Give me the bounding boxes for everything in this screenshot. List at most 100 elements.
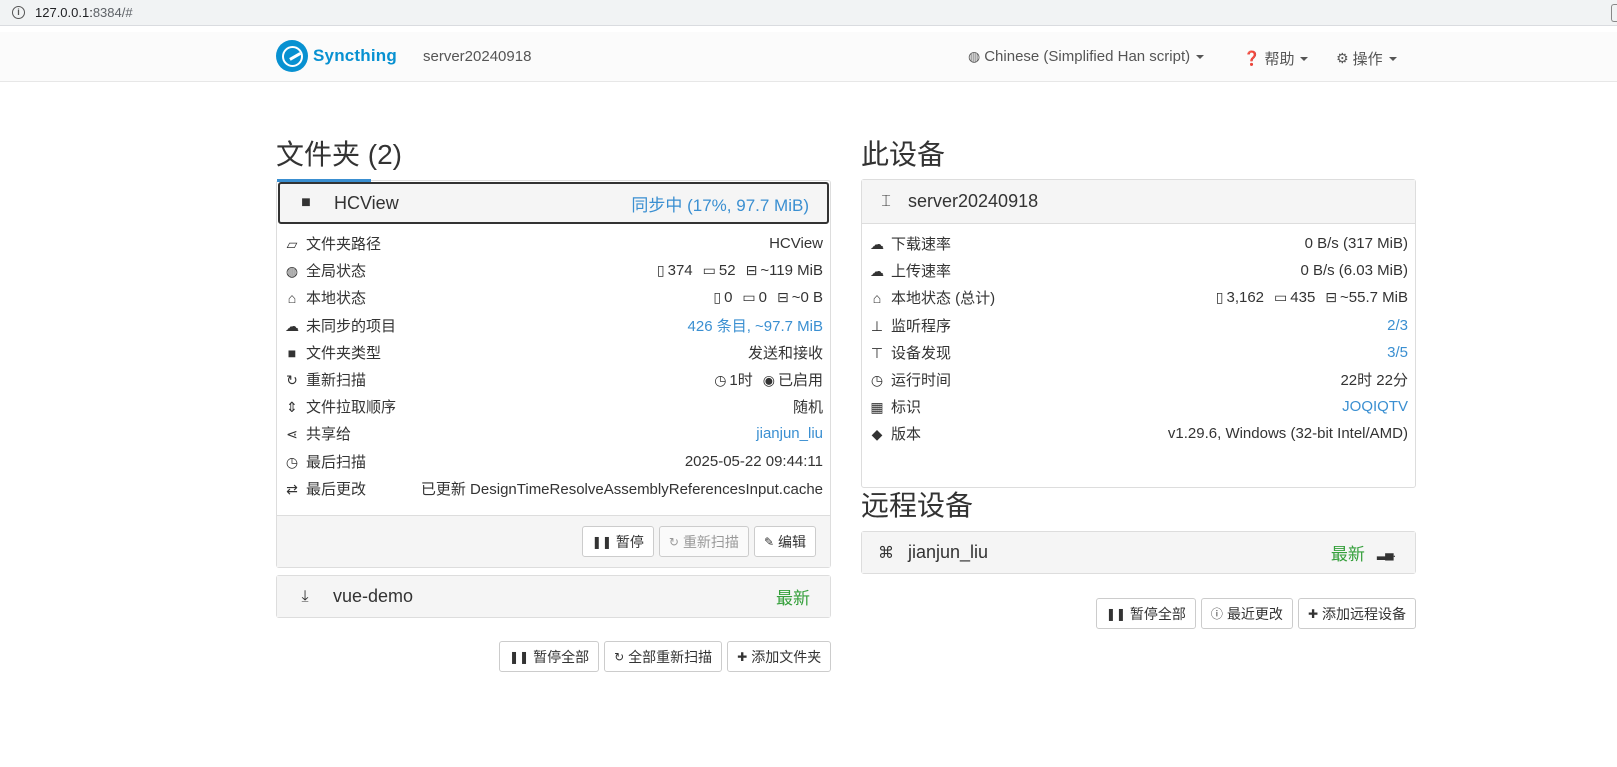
- recent-changes-button[interactable]: ⓘ 最近更改: [1200, 598, 1293, 629]
- device-identicon-icon: ⌘: [878, 544, 894, 562]
- folder-outline-icon: ▭: [742, 289, 756, 306]
- clock-icon: ◷: [870, 372, 884, 389]
- folders-title: 文件夹 (2): [276, 139, 403, 170]
- remote-device-header[interactable]: ⌘ jianjun_liu 最新 ▂▄.: [862, 532, 1415, 573]
- remote-devices-title: 远程设备: [861, 490, 974, 521]
- pause-all-devices-button[interactable]: ❚❚ 暂停全部: [1095, 598, 1196, 629]
- folder-header-vue-demo[interactable]: ⤓ vue-demo 最新: [277, 576, 830, 617]
- pause-icon: ❚❚: [509, 649, 530, 664]
- discovery-link[interactable]: 3/5: [1059, 339, 1415, 366]
- table-row: ☁ 上传速率 0 B/s (6.03 MiB): [870, 262, 1408, 281]
- rescan-folder-button[interactable]: ↻ 重新扫描: [658, 526, 749, 557]
- folder-panel-footer: ❚❚ 暂停 ↻ 重新扫描 ✎ 编辑: [277, 515, 830, 567]
- gear-icon: ⚙: [1336, 50, 1349, 66]
- table-row: ■ 文件夹类型 发送和接收: [277, 339, 830, 366]
- folder-icon: ■: [301, 194, 311, 211]
- folder-panel-hcview: ■ HCView 同步中 (17%, 97.7 MiB) ▱ 文件夹路径 HCVi…: [276, 179, 831, 568]
- signal-strength-icon: ▂▄.: [1376, 545, 1396, 560]
- globe-icon: ◍: [285, 263, 299, 280]
- history-icon: ◷: [285, 453, 299, 470]
- add-folder-button[interactable]: ✚ 添加文件夹: [727, 641, 832, 672]
- home-icon: ⌂: [287, 290, 297, 307]
- table-row: ⇄ 最后更改 已更新 DesignTimeResolveAssemblyRefer…: [277, 475, 830, 502]
- table-row: ▱ 文件夹路径 HCView: [277, 230, 830, 257]
- caret-down-icon: [1196, 54, 1205, 59]
- this-device-panel: ⌶ server20240918 ☁ 下载速率 0 B/s (317 MiB) ☁…: [861, 179, 1416, 488]
- hdd-icon: ⊟: [1325, 289, 1338, 306]
- sort-icon: ⇕: [286, 399, 298, 416]
- sitemap-icon: ⊥: [870, 317, 884, 334]
- table-row: ☁ 未同步的项目 426 条目, ~97.7 MiB: [277, 312, 830, 339]
- out-of-sync-link[interactable]: 426 条目, ~97.7 MiB: [406, 312, 830, 339]
- table-row: ⇕ 文件拉取顺序 随机: [277, 393, 830, 420]
- pause-all-folders-button[interactable]: ❚❚ 暂停全部: [499, 641, 600, 672]
- table-row: ⋖ 共享给 jianjun_liu: [277, 420, 830, 447]
- sync-progress-bar: [277, 179, 371, 182]
- language-dropdown[interactable]: ◍ Chinese (Simplified Han script): [968, 48, 1205, 65]
- device-id-link[interactable]: JOQIQTV: [1059, 393, 1415, 420]
- caret-down-icon: [1300, 56, 1309, 61]
- folder-icon: ■: [287, 344, 297, 361]
- remote-device-actions: ❚❚ 暂停全部 ⓘ 最近更改 ✚ 添加远程设备: [1095, 598, 1416, 629]
- shared-device-link[interactable]: jianjun_liu: [406, 420, 830, 447]
- cloud-upload-icon: ☁: [870, 263, 884, 280]
- cloud-download-icon: ☁: [870, 236, 884, 253]
- clock-icon: ◷: [714, 372, 727, 389]
- caret-down-icon: [1388, 56, 1397, 61]
- table-row: ⊥ 监听程序 2/3: [862, 312, 1415, 339]
- this-device-header[interactable]: ⌶ server20240918: [862, 180, 1415, 224]
- table-row: ◆ 版本 v1.29.6, Windows (32-bit Intel/AMD): [862, 420, 1415, 447]
- download-icon: ⤓: [301, 587, 309, 605]
- folder-header-hcview[interactable]: ■ HCView 同步中 (17%, 97.7 MiB): [278, 182, 829, 224]
- add-remote-device-button[interactable]: ✚ 添加远程设备: [1297, 598, 1416, 629]
- folder-actions: ❚❚ 暂停全部 ↻ 全部重新扫描 ✚ 添加文件夹: [499, 641, 832, 672]
- listeners-link[interactable]: 2/3: [1059, 312, 1415, 339]
- folder-name: HCView: [334, 192, 399, 213]
- refresh-icon: ↻: [668, 534, 679, 549]
- this-device-title: 此设备: [861, 139, 946, 170]
- qrcode-icon: ▦: [870, 399, 884, 416]
- signpost-icon: ⊤: [870, 344, 884, 361]
- table-row: ⌂ 本地状态 ▯ 0 ▭ 0 ⊟ ~0 B: [277, 284, 830, 311]
- globe-icon: ◍: [968, 48, 981, 64]
- edit-folder-button[interactable]: ✎ 编辑: [753, 526, 816, 557]
- folder-name: vue-demo: [333, 586, 414, 606]
- tag-icon: ◆: [871, 426, 883, 443]
- cloud-download-icon: ☁: [285, 317, 299, 334]
- rescan-all-button[interactable]: ↻ 全部重新扫描: [604, 641, 723, 672]
- table-row: ⌂ 本地状态 (总计) ▯ 3,162 ▭ 435 ⊟ ~55.7 MiB: [862, 284, 1415, 311]
- syncthing-logo-icon: [276, 40, 308, 72]
- brand-name: Syncthing: [313, 46, 397, 65]
- pause-folder-button[interactable]: ❚❚ 暂停: [581, 526, 654, 557]
- eye-icon: ◉: [762, 372, 775, 389]
- folder-outline-icon: ▭: [702, 262, 716, 279]
- refresh-icon: ↻: [614, 649, 625, 664]
- refresh-icon: ↻: [286, 372, 298, 389]
- table-row: ◷ 运行时间 22时 22分: [870, 372, 1408, 390]
- question-icon: ❓: [1243, 50, 1261, 66]
- brand-link[interactable]: Syncthing: [276, 40, 397, 72]
- folder-status: 最新: [776, 589, 810, 608]
- window-edge-icon: [1611, 4, 1617, 22]
- home-icon: ⌂: [872, 290, 882, 307]
- table-row: ☁ 下载速率 0 B/s (317 MiB): [870, 235, 1408, 254]
- url-text[interactable]: 127.0.0.1:8384/#: [35, 5, 133, 20]
- device-info-table: ☁ 下载速率 0 B/s (317 MiB) ☁ 上传速率 0 B/s (6.03 …: [862, 230, 1415, 448]
- actions-dropdown[interactable]: ⚙ 操作: [1336, 48, 1397, 69]
- help-dropdown[interactable]: ❓ 帮助: [1243, 48, 1309, 69]
- table-row: ◍ 全局状态 ▯ 374 ▭ 52 ⊟ ~119 MiB: [285, 262, 823, 281]
- plus-icon: ✚: [737, 649, 748, 664]
- browser-address-bar[interactable]: i 127.0.0.1:8384/#: [0, 0, 1617, 26]
- folder-info-table: ▱ 文件夹路径 HCView ◍ 全局状态 ▯ 374 ▭ 52 ⊟ ~119 MiB ⌂ 本地…: [277, 230, 830, 502]
- folder-open-icon: ▱: [286, 236, 298, 253]
- site-info-icon[interactable]: i: [12, 6, 25, 19]
- share-icon: ⋖: [286, 426, 298, 443]
- remote-device-status: 最新: [1330, 545, 1365, 564]
- exchange-icon: ⇄: [286, 480, 298, 497]
- pause-icon: ❚❚: [591, 534, 612, 549]
- file-icon: ▯: [1215, 289, 1224, 306]
- hdd-icon: ⊟: [776, 289, 789, 306]
- folder-panel-vue-demo: ⤓ vue-demo 最新: [276, 575, 831, 618]
- remote-device-panel: ⌘ jianjun_liu 最新 ▂▄.: [861, 531, 1416, 574]
- device-name: server20240918: [908, 191, 1039, 211]
